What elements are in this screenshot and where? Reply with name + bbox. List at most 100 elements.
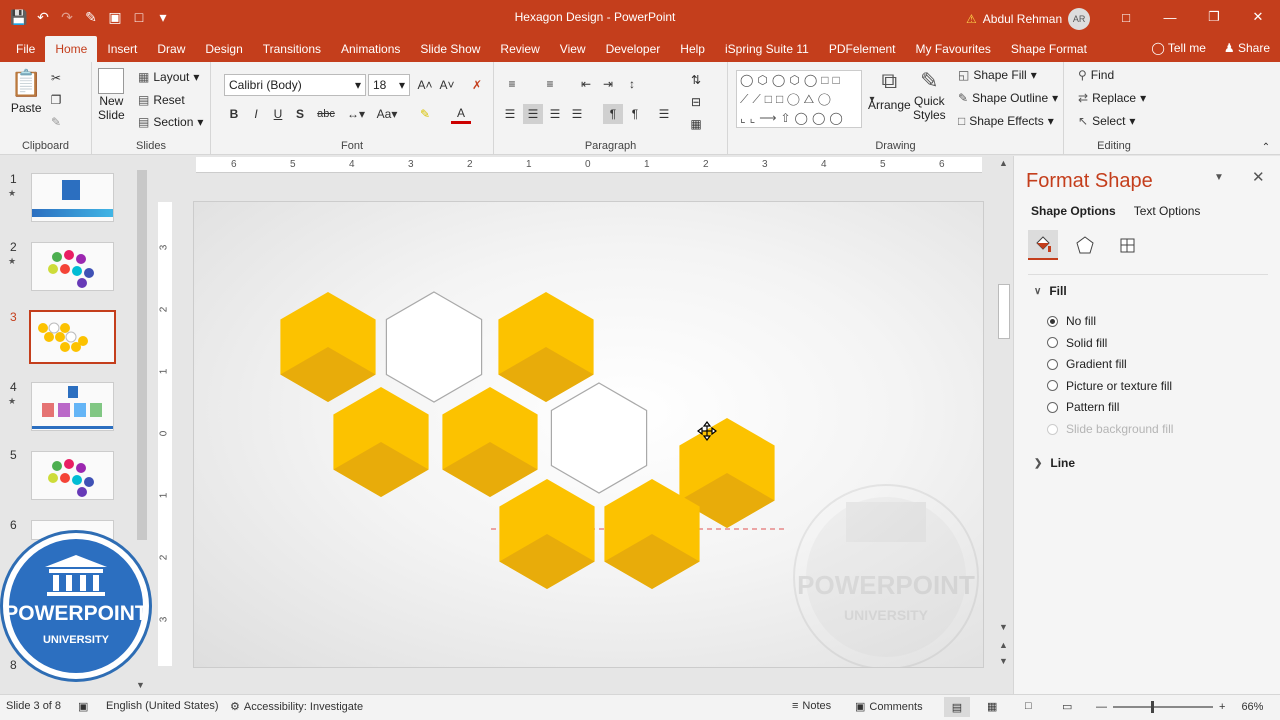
format-painter-icon[interactable]: ✎ — [46, 112, 66, 132]
slide-scrollbar[interactable]: ▲ ▼ ▲ ▼ — [996, 156, 1012, 692]
align-right-icon[interactable]: ☰ — [545, 104, 565, 124]
clear-formatting-icon[interactable]: ✗ — [467, 75, 487, 95]
hexagon-shape[interactable] — [498, 292, 594, 402]
bold-button[interactable]: B — [224, 104, 244, 124]
font-family-select[interactable]: Calibri (Body) ▾ — [224, 74, 366, 96]
normal-view-icon[interactable]: ▤ — [944, 697, 970, 717]
tab-shape-options[interactable]: Shape Options — [1031, 204, 1116, 218]
shrink-font-icon[interactable]: A˅ — [437, 75, 457, 95]
zoom-slider-thumb[interactable] — [1151, 700, 1154, 713]
slide-thumbnail-4[interactable] — [31, 382, 114, 431]
scrollbar-thumb[interactable] — [998, 284, 1010, 339]
align-center-icon[interactable]: ☰ — [523, 104, 543, 124]
tab-text-options[interactable]: Text Options — [1134, 204, 1201, 218]
zoom-level[interactable]: 66% — [1241, 701, 1263, 713]
arrange-button[interactable]: ⧉ Arrange — [868, 68, 911, 112]
layout-button[interactable]: ▦ Layout ▾ — [138, 70, 199, 84]
collapse-ribbon-icon[interactable]: ⌃ — [1256, 137, 1276, 157]
tab-home[interactable]: Home — [45, 36, 98, 62]
radio-button[interactable] — [1047, 358, 1058, 370]
zoom-out-icon[interactable]: — — [1096, 701, 1107, 713]
character-spacing-button[interactable]: ↔▾ — [343, 104, 369, 124]
maximize-button[interactable]: ❐ — [1192, 0, 1236, 34]
highlighter-icon[interactable]: ✎ — [415, 104, 435, 124]
find-button[interactable]: ⚲ Find — [1078, 68, 1114, 82]
pane-options-icon[interactable]: ▼ — [1214, 172, 1224, 183]
previous-slide-icon[interactable]: ▲ — [999, 640, 1008, 650]
fill-option-gradient-fill[interactable]: Gradient fill — [1047, 357, 1127, 371]
font-size-select[interactable]: 18 ▾ — [368, 74, 410, 96]
grow-font-icon[interactable]: A˄ — [415, 75, 435, 95]
tab-view[interactable]: View — [550, 36, 596, 62]
replace-button[interactable]: ⇄ Replace ▾ — [1078, 91, 1146, 105]
tell-me-search[interactable]: ◯ Tell me — [1151, 41, 1206, 55]
tab-ispring-suite-11[interactable]: iSpring Suite 11 — [715, 36, 819, 62]
next-slide-icon[interactable]: ▼ — [999, 656, 1008, 666]
fill-option-solid-fill[interactable]: Solid fill — [1047, 336, 1107, 350]
scrollbar-thumb[interactable] — [137, 170, 147, 540]
shadow-button[interactable]: S — [290, 104, 310, 124]
new-slide-button[interactable]: New Slide — [98, 68, 125, 122]
effects-icon[interactable] — [1070, 230, 1100, 260]
tab-transitions[interactable]: Transitions — [253, 36, 331, 62]
tab-file[interactable]: File — [6, 36, 45, 62]
share-button[interactable]: ♟ Share — [1224, 41, 1270, 55]
zoom-in-icon[interactable]: + — [1219, 701, 1225, 713]
close-button[interactable]: ✕ — [1236, 0, 1280, 34]
comments-button[interactable]: ▣ Comments — [855, 700, 923, 714]
size-properties-icon[interactable] — [1112, 230, 1142, 260]
italic-button[interactable]: I — [246, 104, 266, 124]
tab-review[interactable]: Review — [490, 36, 549, 62]
numbering-icon[interactable]: ≡ — [540, 74, 560, 94]
shape-fill-button[interactable]: ◱ Shape Fill ▾ — [958, 68, 1037, 82]
slide-thumbnail-3[interactable] — [29, 310, 116, 364]
rtl-icon[interactable]: ¶ — [625, 104, 645, 124]
radio-button[interactable] — [1047, 315, 1058, 327]
section-button[interactable]: ▤ Section ▾ — [138, 115, 203, 129]
slideshow-icon[interactable]: ▭ — [1062, 700, 1072, 713]
slide-thumbnail-5[interactable] — [31, 451, 114, 500]
zoom-slider[interactable] — [1113, 700, 1213, 713]
hexagon-shape[interactable] — [442, 387, 538, 497]
language-indicator[interactable]: English (United States) — [106, 700, 219, 712]
radio-button[interactable] — [1047, 337, 1058, 349]
line-section-header[interactable]: ❯ Line — [1034, 456, 1075, 470]
tab-developer[interactable]: Developer — [596, 36, 671, 62]
minimize-button[interactable]: — — [1148, 0, 1192, 34]
scroll-down-icon[interactable]: ▼ — [999, 622, 1008, 632]
columns-icon[interactable]: ☰ — [654, 104, 674, 124]
tab-help[interactable]: Help — [670, 36, 715, 62]
paste-button[interactable]: 📋 Paste — [10, 68, 42, 115]
hexagon-shape[interactable] — [499, 479, 595, 589]
align-left-icon[interactable]: ☰ — [500, 104, 520, 124]
text-direction-icon[interactable]: ⇅ — [686, 70, 706, 90]
quick-styles-button[interactable]: ✎ Quick Styles — [913, 68, 946, 122]
shape-effects-button[interactable]: □ Shape Effects ▾ — [958, 114, 1054, 128]
strikethrough-button[interactable]: abc — [313, 104, 339, 124]
tab-draw[interactable]: Draw — [147, 36, 195, 62]
accessibility-button[interactable]: ⚙ Accessibility: Investigate — [230, 700, 363, 714]
tab-design[interactable]: Design — [195, 36, 252, 62]
fill-option-picture-or-texture-fill[interactable]: Picture or texture fill — [1047, 379, 1172, 393]
tab-shape-format[interactable]: Shape Format — [1001, 36, 1097, 62]
select-button[interactable]: ↖ Select ▾ — [1078, 114, 1135, 128]
shapes-gallery[interactable]: ◯⬡◯⬡◯□□ ⟋⟋□□◯△◯ ⌞⌞⟶⇧◯◯◯ — [736, 70, 862, 128]
close-icon[interactable]: ✕ — [1252, 168, 1265, 186]
tab-pdfelement[interactable]: PDFelement — [819, 36, 906, 62]
hexagon-shape[interactable] — [333, 387, 429, 497]
radio-button[interactable] — [1047, 401, 1058, 413]
reading-view-icon[interactable]: □ — [1025, 700, 1032, 712]
copy-icon[interactable]: ❐ — [46, 90, 66, 110]
smartart-icon[interactable]: ▦ — [686, 114, 706, 134]
tab-animations[interactable]: Animations — [331, 36, 410, 62]
slide-thumbnail-2[interactable] — [31, 242, 114, 291]
line-spacing-icon[interactable]: ↕ — [622, 74, 642, 94]
justify-icon[interactable]: ☰ — [567, 104, 587, 124]
ltr-icon[interactable]: ¶ — [603, 104, 623, 124]
increase-indent-icon[interactable]: ⇥ — [598, 74, 618, 94]
reset-button[interactable]: ▤ Reset — [138, 93, 185, 107]
fill-option-pattern-fill[interactable]: Pattern fill — [1047, 400, 1119, 414]
radio-button[interactable] — [1047, 380, 1058, 392]
decrease-indent-icon[interactable]: ⇤ — [576, 74, 596, 94]
shape-outline-button[interactable]: ✎ Shape Outline ▾ — [958, 91, 1058, 105]
